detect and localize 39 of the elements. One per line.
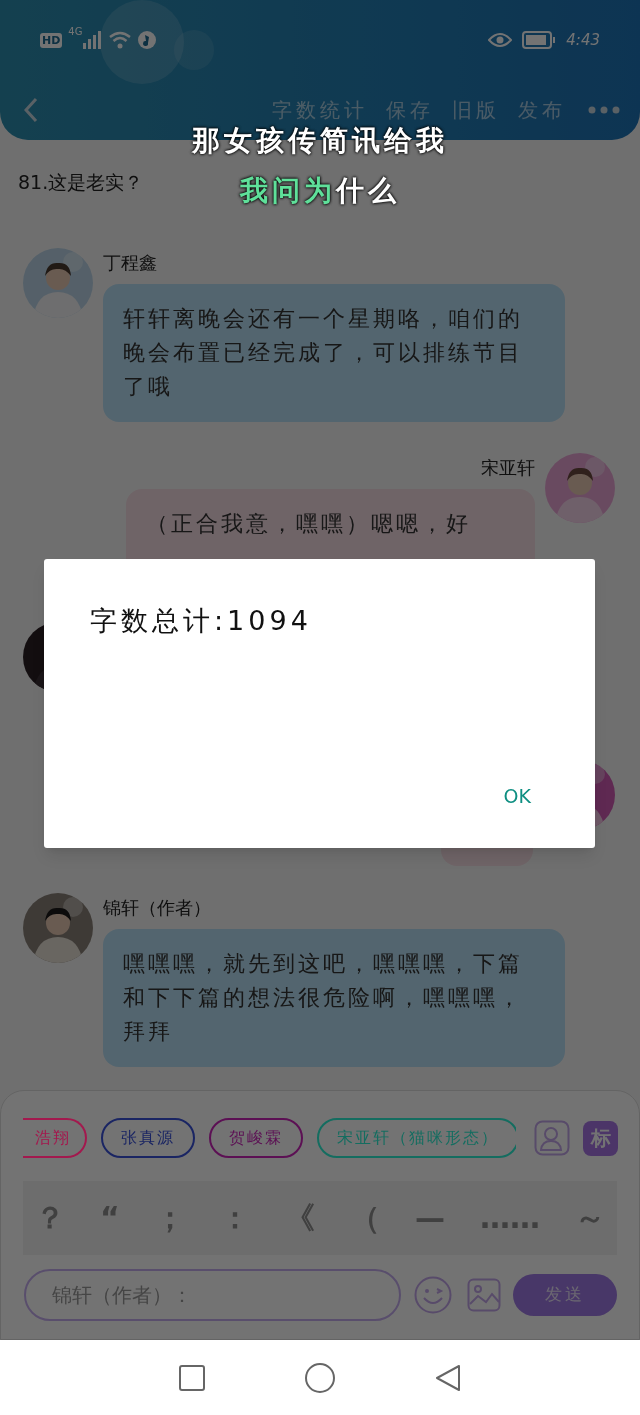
- sender-name: 锦轩（作者）: [103, 896, 211, 920]
- dialog-message: 字数总计:1094: [90, 604, 313, 638]
- home-icon[interactable]: [305, 1362, 335, 1393]
- round-status-icon: [138, 31, 157, 49]
- punctuation-key[interactable]: ～: [574, 1203, 605, 1233]
- hd-indicator: HD: [40, 32, 63, 48]
- punctuation-key[interactable]: ……: [479, 1203, 540, 1233]
- punctuation-key[interactable]: 《: [284, 1203, 315, 1233]
- character-chip[interactable]: 浩翔: [23, 1118, 87, 1158]
- image-icon[interactable]: [467, 1278, 501, 1312]
- punctuation-key[interactable]: ；: [154, 1203, 185, 1233]
- punctuation-key[interactable]: ：: [219, 1203, 250, 1233]
- back-triangle-icon[interactable]: [435, 1363, 461, 1392]
- message-bubble: 嘿嘿嘿，就先到这吧，嘿嘿嘿，下篇和下下篇的想法很危险啊，嘿嘿嘿，拜拜: [103, 929, 565, 1067]
- back-icon[interactable]: [24, 97, 38, 123]
- battery-icon: [522, 31, 557, 49]
- wifi-icon: [108, 31, 133, 49]
- chapter-title: 81.这是老实？: [18, 171, 144, 193]
- clock-time: 4:43: [566, 29, 600, 51]
- signal-icon: [82, 31, 103, 49]
- person-card-icon[interactable]: [534, 1120, 570, 1156]
- punctuation-key[interactable]: ？: [35, 1203, 65, 1233]
- video-caption: 我问为: [240, 173, 336, 209]
- recent-apps-icon[interactable]: [179, 1364, 205, 1391]
- wink-smiley-icon[interactable]: [414, 1276, 452, 1314]
- character-chip[interactable]: 张真源: [101, 1118, 195, 1158]
- message-bubble: 轩轩离晚会还有一个星期咯，咱们的晚会布置已经完成了，可以排练节目了哦: [103, 284, 565, 422]
- punctuation-key[interactable]: （: [349, 1203, 380, 1233]
- more-icon[interactable]: [588, 106, 620, 114]
- punctuation-key[interactable]: —: [414, 1203, 445, 1233]
- ok-button[interactable]: OK: [501, 781, 533, 810]
- sender-name: 丁程鑫: [103, 251, 157, 275]
- punctuation-key[interactable]: “: [100, 1203, 120, 1233]
- eye-icon: [488, 32, 513, 48]
- character-chip[interactable]: 宋亚轩（猫咪形态）: [317, 1118, 516, 1158]
- character-chip[interactable]: 贺峻霖: [209, 1118, 303, 1158]
- video-caption: 什么: [336, 173, 400, 209]
- network-label: 4G: [68, 27, 83, 37]
- sender-name: 宋亚轩: [481, 456, 535, 480]
